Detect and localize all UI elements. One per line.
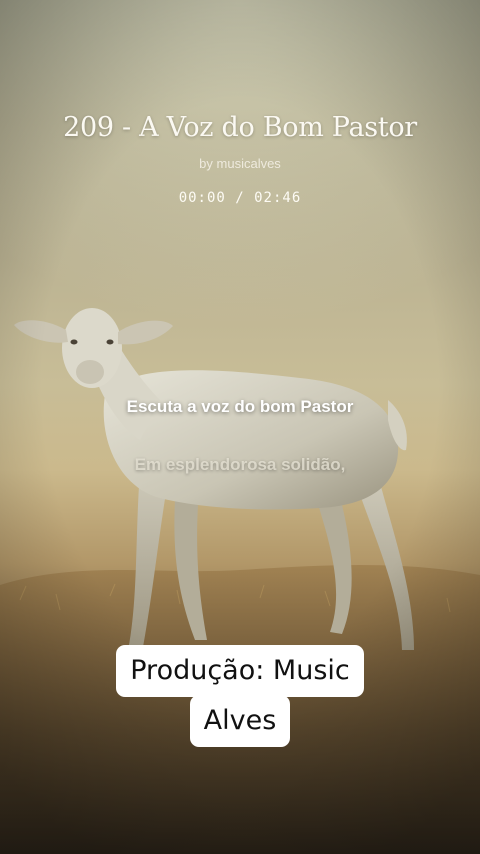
caption-line-1: Produção: Music — [116, 645, 364, 697]
lyric-next-line: Em esplendorosa solidão, — [134, 455, 346, 474]
playback-time: 00:00 / 02:46 — [178, 190, 302, 206]
track-title: 209 - A Voz do Bom Pastor — [63, 112, 417, 143]
artist-label: by musicalves — [199, 156, 281, 171]
lyric-current-line: Escuta a voz do bom Pastor — [126, 397, 354, 416]
caption-line-2: Alves — [189, 695, 291, 747]
caption-overlay: Produção: Music Alves — [0, 645, 480, 747]
